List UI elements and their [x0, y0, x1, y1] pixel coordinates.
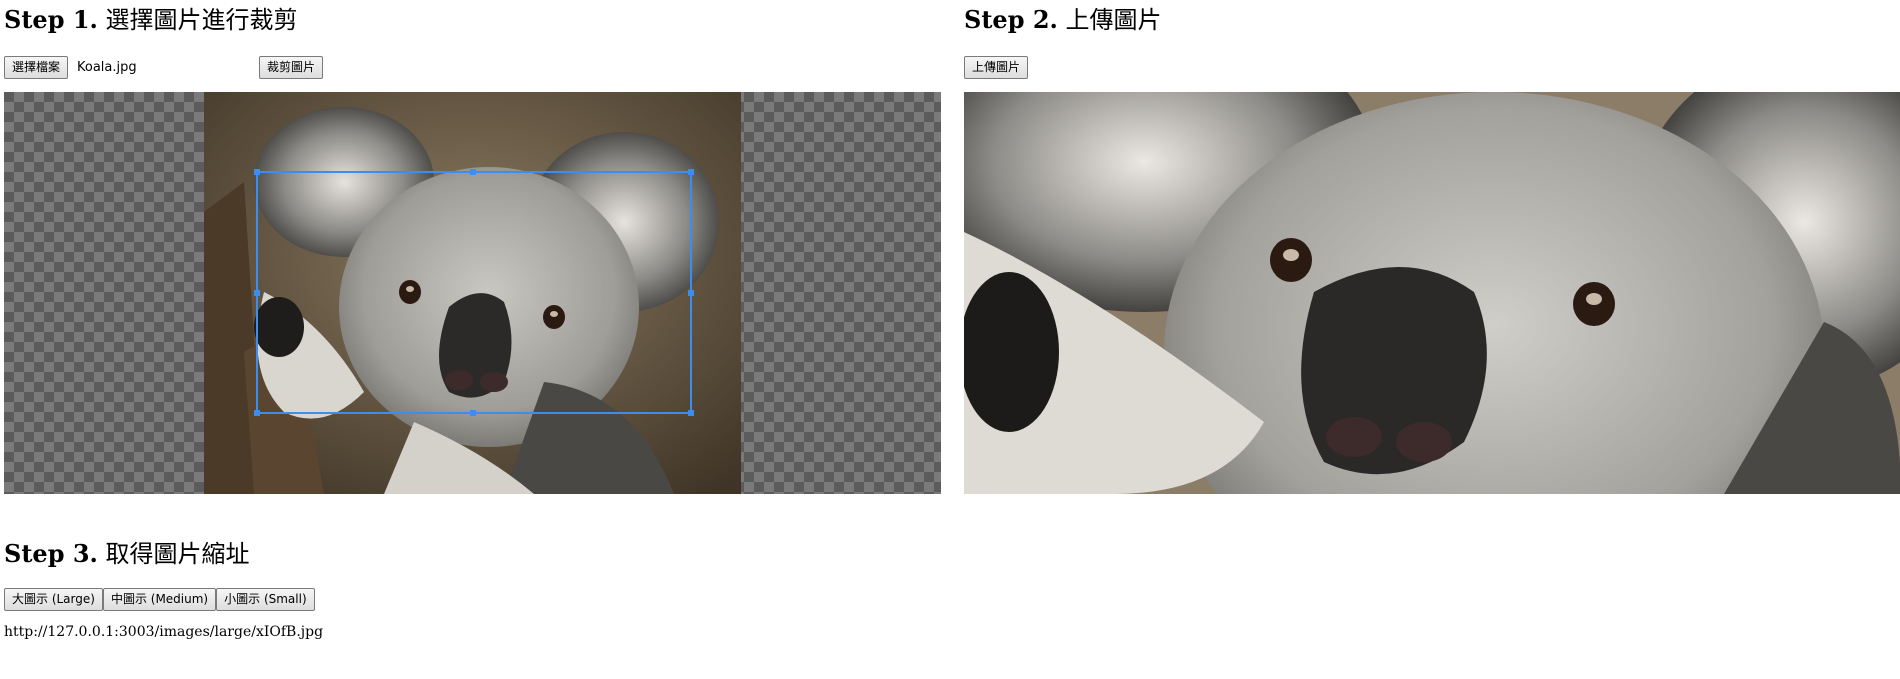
crop-handle-s[interactable]	[470, 410, 476, 416]
crop-image-button[interactable]: 裁剪圖片	[259, 56, 324, 79]
page: Step 1. 選擇圖片進行裁剪 選擇檔案 Koala.jpg 裁剪圖片 Ste…	[0, 0, 1900, 679]
short-url-result: http://127.0.0.1:3003/images/large/xIOfB…	[4, 624, 324, 640]
step1-section: Step 1. 選擇圖片進行裁剪	[4, 5, 298, 35]
choose-file-button[interactable]: 選擇檔案	[4, 56, 69, 79]
crop-handle-nw[interactable]	[254, 169, 260, 175]
step1-number: Step 1.	[4, 5, 98, 34]
cropped-preview-image	[964, 92, 1900, 494]
crop-handle-se[interactable]	[688, 410, 694, 416]
step3-section: Step 3. 取得圖片縮址	[4, 539, 250, 569]
step2-controls: 上傳圖片	[964, 56, 1029, 79]
step1-controls: 選擇檔案 Koala.jpg 裁剪圖片	[4, 56, 334, 80]
crop-selection-box[interactable]	[254, 169, 694, 416]
step1-heading: Step 1. 選擇圖片進行裁剪	[4, 5, 298, 35]
cropper-canvas[interactable]	[4, 92, 941, 494]
size-button-group: 大圖示 (Large) 中圖示 (Medium) 小圖示 (Small)	[4, 588, 315, 611]
step3-title: 取得圖片縮址	[105, 540, 250, 568]
step1-title: 選擇圖片進行裁剪	[105, 6, 298, 34]
crop-handle-ne[interactable]	[688, 169, 694, 175]
step3-number: Step 3.	[4, 539, 98, 568]
small-size-button[interactable]: 小圖示 (Small)	[216, 588, 315, 611]
step3-heading: Step 3. 取得圖片縮址	[4, 539, 250, 569]
step2-heading: Step 2. 上傳圖片	[964, 5, 1162, 35]
crop-handle-w[interactable]	[254, 290, 260, 296]
crop-handle-sw[interactable]	[254, 410, 260, 416]
crop-handle-e[interactable]	[688, 290, 694, 296]
upload-image-button[interactable]: 上傳圖片	[964, 56, 1029, 79]
crop-handle-n[interactable]	[470, 169, 476, 175]
large-size-button[interactable]: 大圖示 (Large)	[4, 588, 103, 611]
koala-cropped-illustration	[964, 92, 1900, 494]
step2-title: 上傳圖片	[1065, 6, 1162, 34]
step2-number: Step 2.	[964, 5, 1058, 34]
selected-file-name: Koala.jpg	[77, 60, 137, 75]
step2-section: Step 2. 上傳圖片	[964, 5, 1162, 35]
medium-size-button[interactable]: 中圖示 (Medium)	[102, 588, 217, 611]
